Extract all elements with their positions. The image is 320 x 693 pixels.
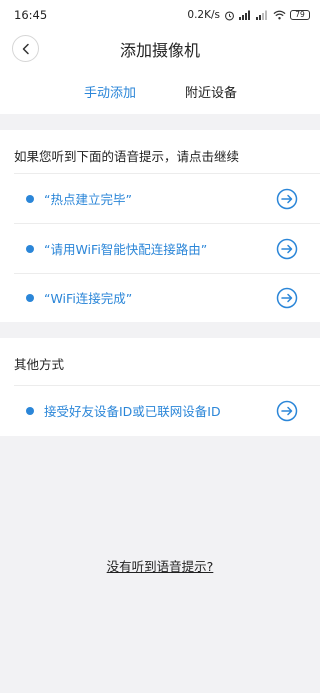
voice-option-wifi-quick-config[interactable]: “请用WiFi智能快配连接路由” — [14, 224, 320, 273]
status-icons: 0.2K/s 79 — [187, 9, 310, 21]
status-bar: 16:45 0.2K/s 79 — [0, 0, 320, 30]
page-title: 添加摄像机 — [119, 41, 200, 60]
option-label: “WiFi连接完成” — [44, 291, 133, 306]
voice-option-hotspot[interactable]: “热点建立完毕” — [14, 174, 320, 223]
tab-manual-add[interactable]: 手动添加 — [84, 82, 136, 101]
tab-bar: 手动添加 附近设备 — [0, 72, 320, 114]
dot-icon — [26, 406, 34, 415]
no-voice-prompt-link[interactable]: 没有听到语音提示? — [0, 556, 320, 575]
section-title: 如果您听到下面的语音提示，请点击继续 — [14, 149, 240, 164]
arrow-right-circle-icon[interactable] — [276, 188, 298, 210]
signal-icon — [239, 10, 250, 20]
section-title: 其他方式 — [14, 357, 65, 372]
arrow-right-circle-icon[interactable] — [276, 287, 298, 309]
voice-option-wifi-connected[interactable]: “WiFi连接完成” — [14, 273, 320, 322]
dot-icon — [26, 244, 34, 253]
dot-icon — [26, 293, 34, 302]
arrow-right-circle-icon[interactable] — [276, 238, 298, 260]
network-speed: 0.2K/s — [187, 9, 220, 21]
option-label: 接受好友设备ID或已联网设备ID — [44, 404, 221, 419]
dot-icon — [26, 194, 34, 203]
option-label: “请用WiFi智能快配连接路由” — [44, 242, 208, 257]
option-accept-device-id[interactable]: 接受好友设备ID或已联网设备ID — [14, 386, 320, 435]
alarm-icon — [225, 10, 234, 20]
signal-icon-2 — [256, 10, 267, 20]
tab-nearby-devices[interactable]: 附近设备 — [185, 82, 237, 101]
other-methods-panel: 其他方式 接受好友设备ID或已联网设备ID — [0, 338, 320, 436]
status-time: 16:45 — [14, 8, 48, 22]
battery-icon: 79 — [290, 10, 310, 20]
wifi-icon — [273, 10, 286, 20]
voice-prompt-panel: 如果您听到下面的语音提示，请点击继续 “热点建立完毕” “请用WiFi智能快配连… — [0, 130, 320, 322]
arrow-right-circle-icon[interactable] — [276, 400, 298, 422]
option-label: “热点建立完毕” — [44, 192, 132, 207]
